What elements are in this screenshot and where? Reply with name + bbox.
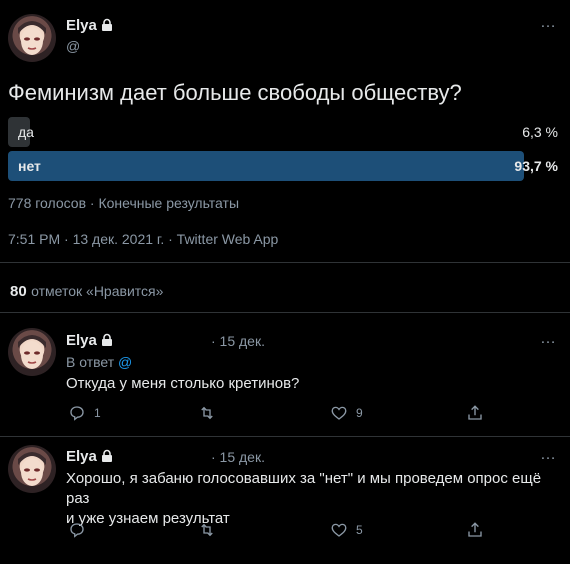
reply-to-handle[interactable]: @ — [118, 354, 132, 370]
poll-option-percent: 6,3 % — [522, 124, 558, 140]
reply-text-line: и уже узнаем результат — [66, 510, 230, 527]
retweet-button[interactable] — [197, 521, 217, 539]
poll-summary: 778 голосов · Конечные результаты — [8, 195, 240, 211]
reply-date[interactable]: · 15 дек. — [211, 333, 265, 349]
like-icon — [331, 406, 347, 420]
reply-count: 1 — [94, 406, 101, 420]
reply-author-line: Elya — [66, 448, 114, 468]
likes-summary[interactable]: 80 отметок «Нравится» — [10, 283, 163, 301]
like-button[interactable]: 5 — [330, 521, 363, 539]
share-button[interactable] — [466, 521, 484, 539]
reply-icon — [70, 523, 84, 538]
reply-text: Откуда у меня столько кретинов? — [66, 375, 300, 392]
share-icon — [468, 405, 482, 420]
share-button[interactable] — [466, 404, 484, 422]
author-name[interactable]: Elya — [66, 17, 97, 34]
reply-icon — [70, 406, 84, 421]
reply-to-prefix: В ответ — [66, 354, 115, 370]
poll-option-label: да — [18, 124, 34, 140]
retweet-button[interactable] — [197, 404, 217, 422]
avatar-face-icon — [18, 21, 46, 55]
avatar[interactable] — [8, 445, 56, 493]
reply-text: Хорошо, я забаню голосовавших за "нет" и… — [66, 469, 566, 529]
reply-to-line: В ответ @ — [66, 354, 132, 370]
like-count: 9 — [356, 406, 363, 420]
tweet-timestamp[interactable]: 7:51 PM · 13 дек. 2021 г. · Twitter Web … — [8, 231, 278, 247]
avatar[interactable] — [8, 14, 56, 62]
author-handle[interactable]: @ — [66, 38, 80, 54]
author-line: Elya — [66, 17, 114, 37]
more-icon[interactable]: … — [540, 330, 557, 348]
poll-option-label: нет — [18, 158, 41, 174]
reply-date[interactable]: · 15 дек. — [211, 449, 265, 465]
tweet-text: Феминизм дает больше свободы обществу? — [8, 80, 462, 105]
avatar-face-icon — [18, 452, 46, 486]
lock-icon — [100, 333, 114, 352]
reply-author-line: Elya — [66, 332, 114, 352]
poll-option-percent: 93,7 % — [514, 158, 558, 174]
lock-icon — [100, 18, 114, 37]
like-icon — [331, 523, 347, 537]
reply-text-line: Хорошо, я забаню голосовавших за "нет" и… — [66, 470, 542, 507]
author-name[interactable]: Elya — [66, 448, 97, 465]
lock-icon — [100, 449, 114, 468]
retweet-icon — [201, 406, 213, 420]
likes-count: 80 — [10, 283, 27, 300]
reply-button[interactable] — [68, 521, 86, 539]
avatar-face-icon — [18, 335, 46, 369]
likes-label: отметок «Нравится» — [31, 283, 164, 299]
like-button[interactable]: 9 — [330, 404, 363, 422]
poll-bar-option-2 — [8, 151, 524, 181]
divider — [0, 262, 570, 263]
more-icon[interactable]: … — [540, 446, 557, 464]
share-icon — [468, 522, 482, 537]
retweet-icon — [201, 523, 213, 537]
divider — [0, 312, 570, 313]
author-name[interactable]: Elya — [66, 332, 97, 349]
more-icon[interactable]: … — [540, 14, 557, 32]
avatar[interactable] — [8, 328, 56, 376]
like-count: 5 — [356, 523, 363, 537]
reply-button[interactable]: 1 — [68, 404, 101, 422]
divider — [0, 436, 570, 437]
